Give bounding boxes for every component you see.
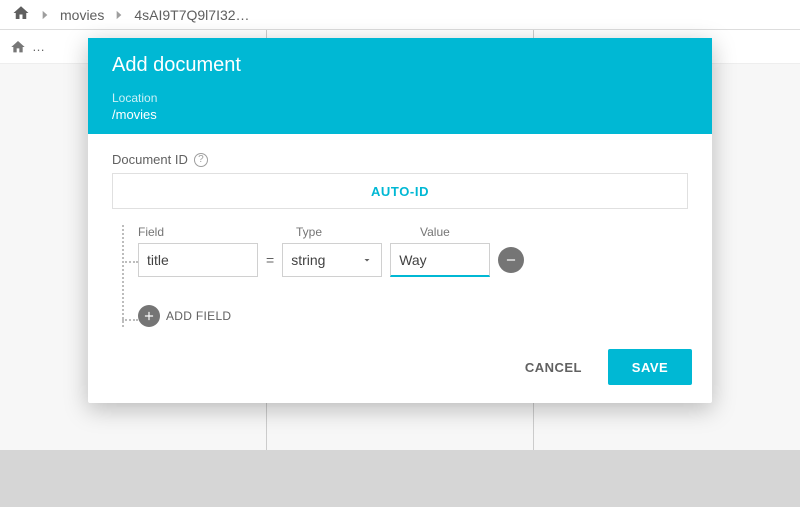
remove-field-button[interactable] [498, 247, 524, 273]
field-type-value: string [291, 252, 325, 268]
plus-icon [138, 305, 160, 327]
cancel-button[interactable]: CANCEL [511, 349, 596, 385]
modal-actions: CANCEL SAVE [88, 337, 712, 403]
document-id-input[interactable]: AUTO-ID [112, 173, 688, 209]
add-field-button[interactable]: ADD FIELD [138, 305, 688, 327]
modal-header: Add document Location /movies [88, 38, 712, 134]
field-value-input[interactable] [390, 243, 490, 277]
auto-id-button[interactable]: AUTO-ID [123, 184, 677, 199]
dropdown-icon [361, 254, 373, 266]
modal-body: Document ID ? AUTO-ID Field Type Value = [88, 134, 712, 337]
equals-sign: = [266, 252, 274, 268]
label-value: Value [420, 225, 520, 239]
fields-tree: Field Type Value = string [112, 225, 688, 327]
field-type-select[interactable]: string [282, 243, 382, 277]
add-document-modal: Add document Location /movies Document I… [88, 38, 712, 403]
field-row: = string [138, 243, 688, 277]
add-field-label: ADD FIELD [166, 309, 231, 323]
help-icon[interactable]: ? [194, 153, 208, 167]
modal-location-value: /movies [112, 107, 688, 122]
document-id-label: Document ID ? [112, 152, 688, 167]
minus-icon [504, 253, 518, 267]
save-button[interactable]: SAVE [608, 349, 692, 385]
modal-location-label: Location [112, 91, 688, 105]
label-type: Type [296, 225, 396, 239]
field-name-input[interactable] [138, 243, 258, 277]
label-field: Field [138, 225, 258, 239]
modal-title: Add document [112, 54, 688, 77]
modal-overlay: Add document Location /movies Document I… [0, 0, 800, 507]
field-column-labels: Field Type Value [138, 225, 688, 239]
